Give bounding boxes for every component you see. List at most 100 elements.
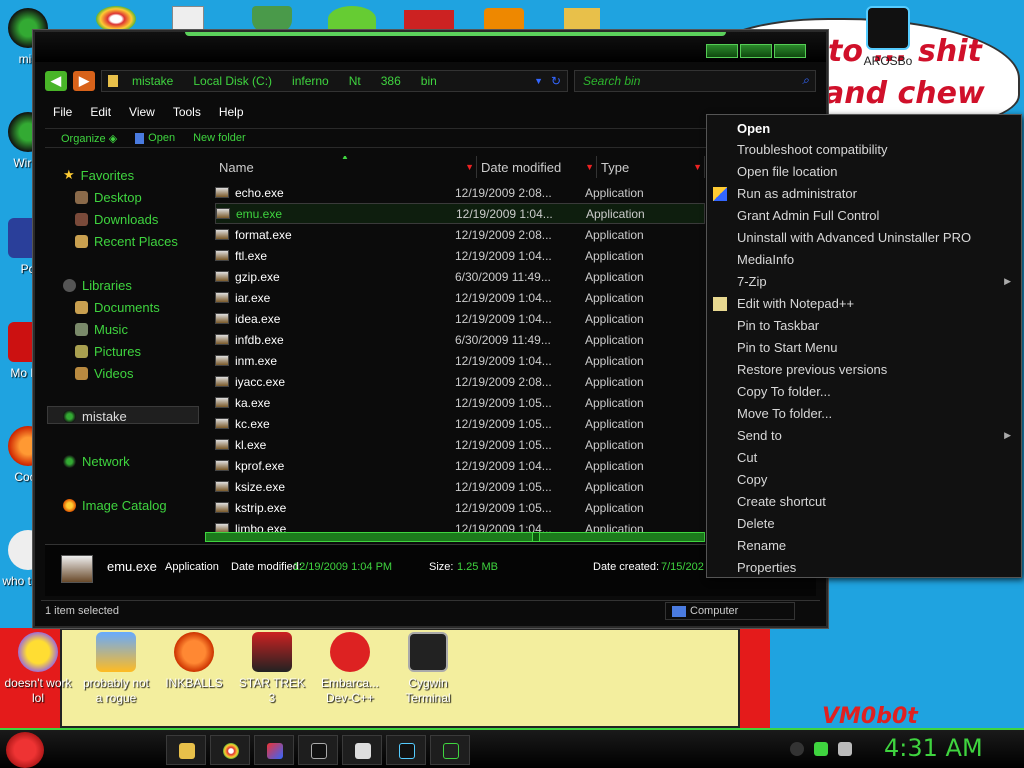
column-header-type[interactable]: Type ▼ (601, 156, 705, 178)
desktop-icon-arosbo[interactable]: AROSBo (858, 6, 918, 69)
network-tray-icon[interactable] (814, 742, 828, 756)
nav-music[interactable]: Music (75, 320, 128, 338)
file-row[interactable]: ka.exe 12/19/2009 1:05... Application (215, 392, 705, 413)
nav-pictures[interactable]: Pictures (75, 342, 141, 360)
orange-app-icon[interactable] (484, 8, 524, 32)
context-menu-item[interactable]: Open file location (707, 161, 1021, 183)
context-menu-item[interactable]: Rename (707, 534, 1021, 556)
breadcrumb-nt[interactable]: Nt (349, 74, 361, 88)
context-menu-item[interactable]: Run as administrator (707, 183, 1021, 205)
file-row[interactable]: kc.exe 12/19/2009 1:05... Application (215, 413, 705, 434)
scrollbar-thumb[interactable] (532, 532, 540, 542)
column-header-name[interactable]: Name ▼ (219, 156, 477, 178)
desktop-icon-inkballs[interactable]: INKBALLS (156, 632, 232, 691)
context-menu-item[interactable]: Restore previous versions (707, 358, 1021, 380)
context-menu-item[interactable]: Grant Admin Full Control (707, 205, 1021, 227)
nav-network[interactable]: Network (63, 452, 130, 470)
taskbar-terminal[interactable] (430, 735, 470, 765)
menu-tools[interactable]: Tools (173, 105, 201, 119)
organize-button[interactable]: Organize ◈ (61, 132, 117, 145)
folder-icon[interactable] (564, 8, 600, 32)
column-dropdown-icon[interactable]: ▼ (465, 162, 474, 172)
taskbar-explorer[interactable] (166, 735, 206, 765)
new-folder-button[interactable]: New folder (193, 132, 246, 144)
solitaire-icon[interactable] (172, 6, 204, 32)
breadcrumb-local-disk[interactable]: Local Disk (C:) (193, 74, 272, 88)
nav-libraries[interactable]: Libraries (63, 276, 132, 294)
close-button[interactable] (774, 44, 806, 58)
search-input[interactable]: Search bin ⌕ (574, 70, 816, 92)
clock[interactable]: 4:31 AM (884, 734, 983, 762)
forward-button[interactable]: ▶ (73, 71, 95, 91)
context-menu-item[interactable]: Edit with Notepad++ (707, 293, 1021, 315)
desktop-icon-dev-cpp[interactable]: Embarca... Dev-C++ (312, 632, 388, 706)
menu-view[interactable]: View (129, 105, 155, 119)
file-row[interactable]: gzip.exe 6/30/2009 11:49... Application (215, 266, 705, 287)
taskbar-cmd[interactable] (298, 735, 338, 765)
file-row[interactable]: ftl.exe 12/19/2009 1:04... Application (215, 245, 705, 266)
angry-birds-pig-icon[interactable] (328, 6, 376, 32)
title-bar[interactable] (35, 32, 826, 62)
file-row[interactable]: ksize.exe 12/19/2009 1:05... Application (215, 476, 705, 497)
start-button[interactable] (6, 732, 44, 768)
breadcrumb-mistake[interactable]: mistake (132, 74, 173, 88)
file-row[interactable]: iar.exe 12/19/2009 1:04... Application (215, 287, 705, 308)
context-menu-item[interactable]: Troubleshoot compatibility (707, 139, 1021, 161)
nav-recent-places[interactable]: Recent Places (75, 232, 178, 250)
security-shield-icon[interactable] (252, 6, 292, 32)
context-menu-item[interactable]: Copy To folder... (707, 380, 1021, 402)
breadcrumb-bin[interactable]: bin (421, 74, 437, 88)
nav-favorites[interactable]: ★ Favorites (63, 166, 134, 184)
taskbar-paint[interactable] (254, 735, 294, 765)
file-row[interactable]: inm.exe 12/19/2009 1:04... Application (215, 350, 705, 371)
context-menu-item[interactable]: Pin to Taskbar (707, 315, 1021, 337)
back-button[interactable]: ◀ (45, 71, 67, 91)
address-bar[interactable]: mistake Local Disk (C:) inferno Nt 386 b… (101, 70, 568, 92)
menu-help[interactable]: Help (219, 105, 244, 119)
tray-expand-icon[interactable] (790, 742, 804, 756)
red-app-icon[interactable] (404, 10, 454, 32)
desktop-icon-yahoo[interactable]: doesn't work lol (0, 632, 76, 706)
breadcrumb-inferno[interactable]: inferno (292, 74, 329, 88)
context-menu-item[interactable]: Move To folder... (707, 402, 1021, 424)
breadcrumb-386[interactable]: 386 (381, 74, 401, 88)
refresh-icon[interactable]: ↻ (551, 74, 561, 88)
context-menu-item[interactable]: Open (707, 117, 1021, 139)
context-menu-item[interactable]: Create shortcut (707, 490, 1021, 512)
taskbar-window[interactable] (342, 735, 382, 765)
column-header-date[interactable]: Date modified ▼ (481, 156, 597, 178)
nav-image-catalog[interactable]: Image Catalog (63, 496, 167, 514)
file-row[interactable]: echo.exe 12/19/2009 2:08... Application (215, 182, 705, 203)
chrome-icon[interactable] (96, 6, 136, 32)
column-dropdown-icon[interactable]: ▼ (693, 162, 702, 172)
nav-downloads[interactable]: Downloads (75, 210, 158, 228)
menu-file[interactable]: File (53, 105, 72, 119)
file-row[interactable]: emu.exe 12/19/2009 1:04... Application (215, 203, 705, 224)
file-row[interactable]: kstrip.exe 12/19/2009 1:05... Application (215, 497, 705, 518)
context-menu-item[interactable]: Send to ▶ (707, 424, 1021, 446)
file-row[interactable]: iyacc.exe 12/19/2009 2:08... Application (215, 371, 705, 392)
desktop-icon-cygwin[interactable]: Cygwin Terminal (390, 632, 466, 706)
file-row[interactable]: kprof.exe 12/19/2009 1:04... Application (215, 455, 705, 476)
column-dropdown-icon[interactable]: ▼ (585, 162, 594, 172)
context-menu-item[interactable]: 7-Zip ▶ (707, 271, 1021, 293)
file-row[interactable]: kl.exe 12/19/2009 1:05... Application (215, 434, 705, 455)
desktop-icon-probably-not-a-rogue[interactable]: probably not a rogue (78, 632, 154, 706)
context-menu-item[interactable]: MediaInfo (707, 249, 1021, 271)
nav-homegroup[interactable]: mistake (63, 407, 127, 425)
context-menu-item[interactable]: Uninstall with Advanced Uninstaller PRO (707, 227, 1021, 249)
nav-videos[interactable]: Videos (75, 364, 134, 382)
minimize-button[interactable] (706, 44, 738, 58)
file-row[interactable]: idea.exe 12/19/2009 1:04... Application (215, 308, 705, 329)
taskbar-arosbo[interactable] (386, 735, 426, 765)
context-menu-item[interactable]: Copy (707, 468, 1021, 490)
maximize-button[interactable] (740, 44, 772, 58)
menu-edit[interactable]: Edit (90, 105, 111, 119)
context-menu-item[interactable]: Pin to Start Menu (707, 337, 1021, 359)
chevron-down-icon[interactable]: ▼ (534, 76, 543, 86)
context-menu-item[interactable]: Delete (707, 512, 1021, 534)
nav-documents[interactable]: Documents (75, 298, 160, 316)
horizontal-scrollbar[interactable] (205, 532, 705, 542)
volume-icon[interactable] (838, 742, 852, 756)
nav-desktop[interactable]: Desktop (75, 188, 142, 206)
